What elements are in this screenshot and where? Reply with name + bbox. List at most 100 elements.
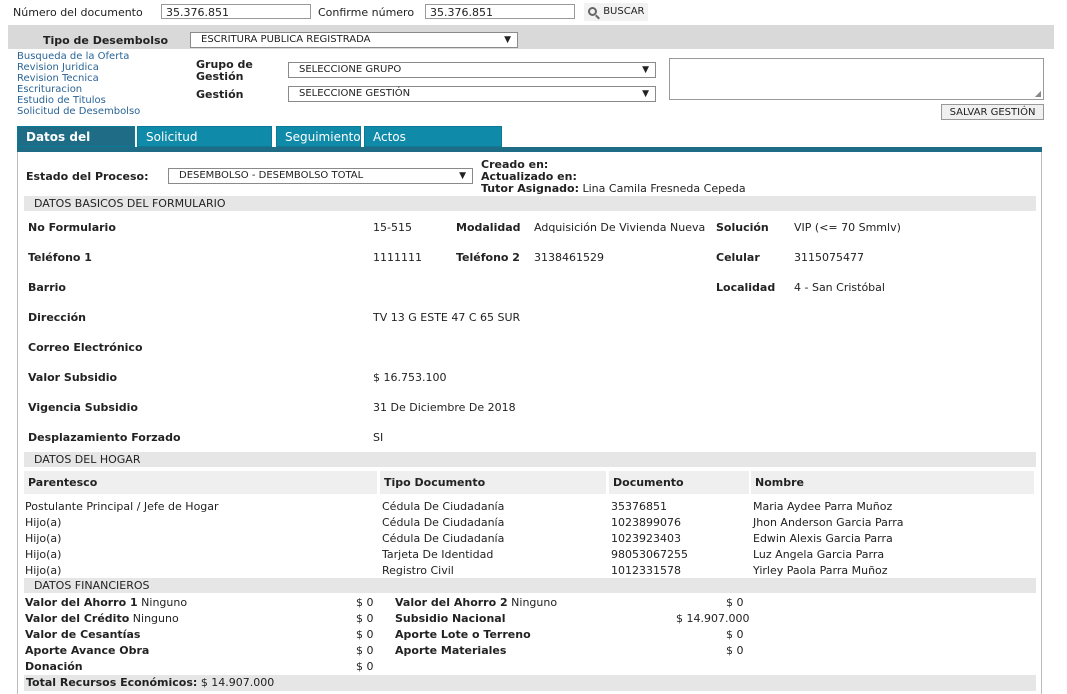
search-icon xyxy=(588,7,600,20)
link-revision-juridica[interactable]: Revision Juridica xyxy=(17,62,99,73)
fin-right-label: Valor del Ahorro 2 Ninguno xyxy=(395,596,557,609)
total-recursos-row: Total Recursos Económicos: $ 14.907.000 xyxy=(24,675,1036,691)
section-datos-basicos: DATOS BASICOS DEL FORMULARIO xyxy=(24,196,1036,211)
estado-proceso-label: Estado del Proceso: xyxy=(26,170,149,183)
documento-cell: 35376851 xyxy=(611,500,667,513)
fin-right-value: $ 14.907.000 xyxy=(676,612,750,625)
fin-left-value: $ 0 xyxy=(356,660,374,673)
telefono2-label: Teléfono 2 xyxy=(456,251,520,264)
save-gestion-button[interactable]: SALVAR GESTIÓN xyxy=(941,104,1044,120)
tab-actos-administrativos[interactable]: Actos Administrativos xyxy=(364,126,502,165)
tipo-documento-cell: Cédula De Ciudadanía xyxy=(382,516,505,529)
link-revision-tecnica[interactable]: Revision Tecnica xyxy=(17,73,99,84)
tab-solicitud-desembolso[interactable]: Solicitud Desembolso xyxy=(137,126,272,165)
confirm-number-input[interactable]: 35.376.851 xyxy=(425,4,575,19)
doc-number-label: Número del documento xyxy=(13,6,143,19)
tipo-documento-cell: Cédula De Ciudadanía xyxy=(382,500,505,513)
gestion-select[interactable]: SELECCIONE GESTIÓN ▼ xyxy=(288,86,656,102)
chevron-down-icon: ▼ xyxy=(642,65,649,75)
section-title: DATOS FINANCIEROS xyxy=(34,579,150,592)
grupo-gestion-select[interactable]: SELECCIONE GRUPO ▼ xyxy=(288,62,656,78)
tipo-desembolso-select[interactable]: ESCRITURA PUBLICA REGISTRADA ▼ xyxy=(190,32,518,48)
fin-right-label: Subsidio Nacional xyxy=(395,612,505,625)
section-datos-financieros: DATOS FINANCIEROS xyxy=(24,578,1036,593)
nombre-cell: Maria Aydee Parra Muñoz xyxy=(753,500,893,513)
vigencia-subsidio-label: Vigencia Subsidio xyxy=(28,401,138,414)
celular-label: Celular xyxy=(716,251,760,264)
tipo-documento-cell: Tarjeta De Identidad xyxy=(382,548,494,561)
search-button-label: BUSCAR xyxy=(603,6,645,17)
confirm-number-label: Confirme número xyxy=(318,6,415,19)
tutor-label: Tutor Asignado: xyxy=(481,182,579,195)
documento-cell: 1012331578 xyxy=(611,564,681,577)
fin-right-label: Aporte Materiales xyxy=(395,644,506,657)
fin-left-value: $ 0 xyxy=(356,596,374,609)
gestion-notes-textarea[interactable]: ◢ xyxy=(669,58,1044,100)
telefono1-value: 1111111 xyxy=(373,251,422,264)
fin-left-label: Valor de Cesantías xyxy=(25,628,140,641)
link-solicitud-desembolso[interactable]: Solicitud de Desembolso xyxy=(17,106,140,117)
direccion-label: Dirección xyxy=(28,311,86,324)
link-estudio-titulos[interactable]: Estudio de Titulos xyxy=(17,95,106,106)
fin-extra: Ninguno xyxy=(129,612,179,625)
header-nombre: Nombre xyxy=(751,471,1034,494)
telefono1-label: Teléfono 1 xyxy=(28,251,92,264)
fin-right-value: $ 0 xyxy=(726,596,744,609)
parentesco-cell: Hijo(a) xyxy=(25,532,62,545)
fin-label: Aporte Lote o Terreno xyxy=(395,628,531,641)
modalidad-label: Modalidad xyxy=(456,221,521,234)
no-formulario-value: 15-515 xyxy=(373,221,412,234)
tipo-documento-cell: Registro Civil xyxy=(382,564,454,577)
fin-label: Donación xyxy=(25,660,83,673)
fin-extra: Ninguno xyxy=(507,596,558,609)
estado-proceso-value: DESEMBOLSO - DESEMBOLSO TOTAL xyxy=(179,170,364,181)
resize-handle-icon[interactable]: ◢ xyxy=(1035,89,1041,98)
correo-label: Correo Electrónico xyxy=(28,341,143,354)
header-parentesco: Parentesco xyxy=(24,471,377,494)
fin-right-label: Aporte Lote o Terreno xyxy=(395,628,531,641)
celular-value: 3115075477 xyxy=(794,251,864,264)
localidad-value: 4 - San Cristóbal xyxy=(794,281,885,294)
doc-number-input[interactable]: 35.376.851 xyxy=(161,4,311,19)
tipo-desembolso-value: ESCRITURA PUBLICA REGISTRADA xyxy=(201,34,371,45)
vigencia-subsidio-value: 31 De Diciembre De 2018 xyxy=(373,401,516,414)
tab-datos-hogar[interactable]: Datos del Hogar xyxy=(17,126,135,165)
direccion-value: TV 13 G ESTE 47 C 65 SUR xyxy=(373,311,521,324)
barrio-label: Barrio xyxy=(28,281,66,294)
solucion-value: VIP (<= 70 Smmlv) xyxy=(794,221,901,234)
chevron-down-icon: ▼ xyxy=(504,35,511,45)
fin-left-label: Valor del Ahorro 1 Ninguno xyxy=(25,596,187,609)
tipo-desembolso-label: Tipo de Desembolso xyxy=(43,34,169,47)
fin-left-value: $ 0 xyxy=(356,612,374,625)
fin-left-value: $ 0 xyxy=(356,644,374,657)
no-formulario-label: No Formulario xyxy=(28,221,116,234)
telefono2-value: 3138461529 xyxy=(534,251,604,264)
tab-seguimiento[interactable]: Seguimiento xyxy=(276,126,361,147)
fin-left-label: Aporte Avance Obra xyxy=(25,644,149,657)
parentesco-cell: Hijo(a) xyxy=(25,516,62,529)
parentesco-cell: Hijo(a) xyxy=(25,564,62,577)
modalidad-value: Adquisición De Vivienda Nueva xyxy=(534,221,706,234)
gestion-label: Gestión xyxy=(196,88,244,101)
fin-left-value: $ 0 xyxy=(356,628,374,641)
link-busqueda-oferta[interactable]: Busqueda de la Oferta xyxy=(17,51,129,62)
documento-cell: 1023923403 xyxy=(611,532,681,545)
tutor-value: Lina Camila Fresneda Cepeda xyxy=(582,182,746,195)
fin-right-value: $ 0 xyxy=(726,644,744,657)
fin-right-value: $ 0 xyxy=(726,628,744,641)
solucion-label: Solución xyxy=(716,221,769,234)
nombre-cell: Luz Angela Garcia Parra xyxy=(753,548,885,561)
link-escrituracion[interactable]: Escrituracion xyxy=(17,84,82,95)
valor-subsidio-value: $ 16.753.100 xyxy=(373,371,447,384)
nombre-cell: Yirley Paola Parra Muñoz xyxy=(753,564,888,577)
fin-left-label: Donación xyxy=(25,660,83,673)
header-documento: Documento xyxy=(609,471,749,494)
documento-cell: 1023899076 xyxy=(611,516,681,529)
fin-label: Valor del Ahorro 1 xyxy=(25,596,138,609)
search-button[interactable]: BUSCAR xyxy=(584,3,648,21)
parentesco-cell: Hijo(a) xyxy=(25,548,62,561)
estado-proceso-select[interactable]: DESEMBOLSO - DESEMBOLSO TOTAL ▼ xyxy=(168,168,473,184)
fin-left-label: Valor del Crédito Ninguno xyxy=(25,612,179,625)
section-title: DATOS BASICOS DEL FORMULARIO xyxy=(34,197,226,210)
grupo-gestion-label-2: Gestión xyxy=(196,70,244,83)
